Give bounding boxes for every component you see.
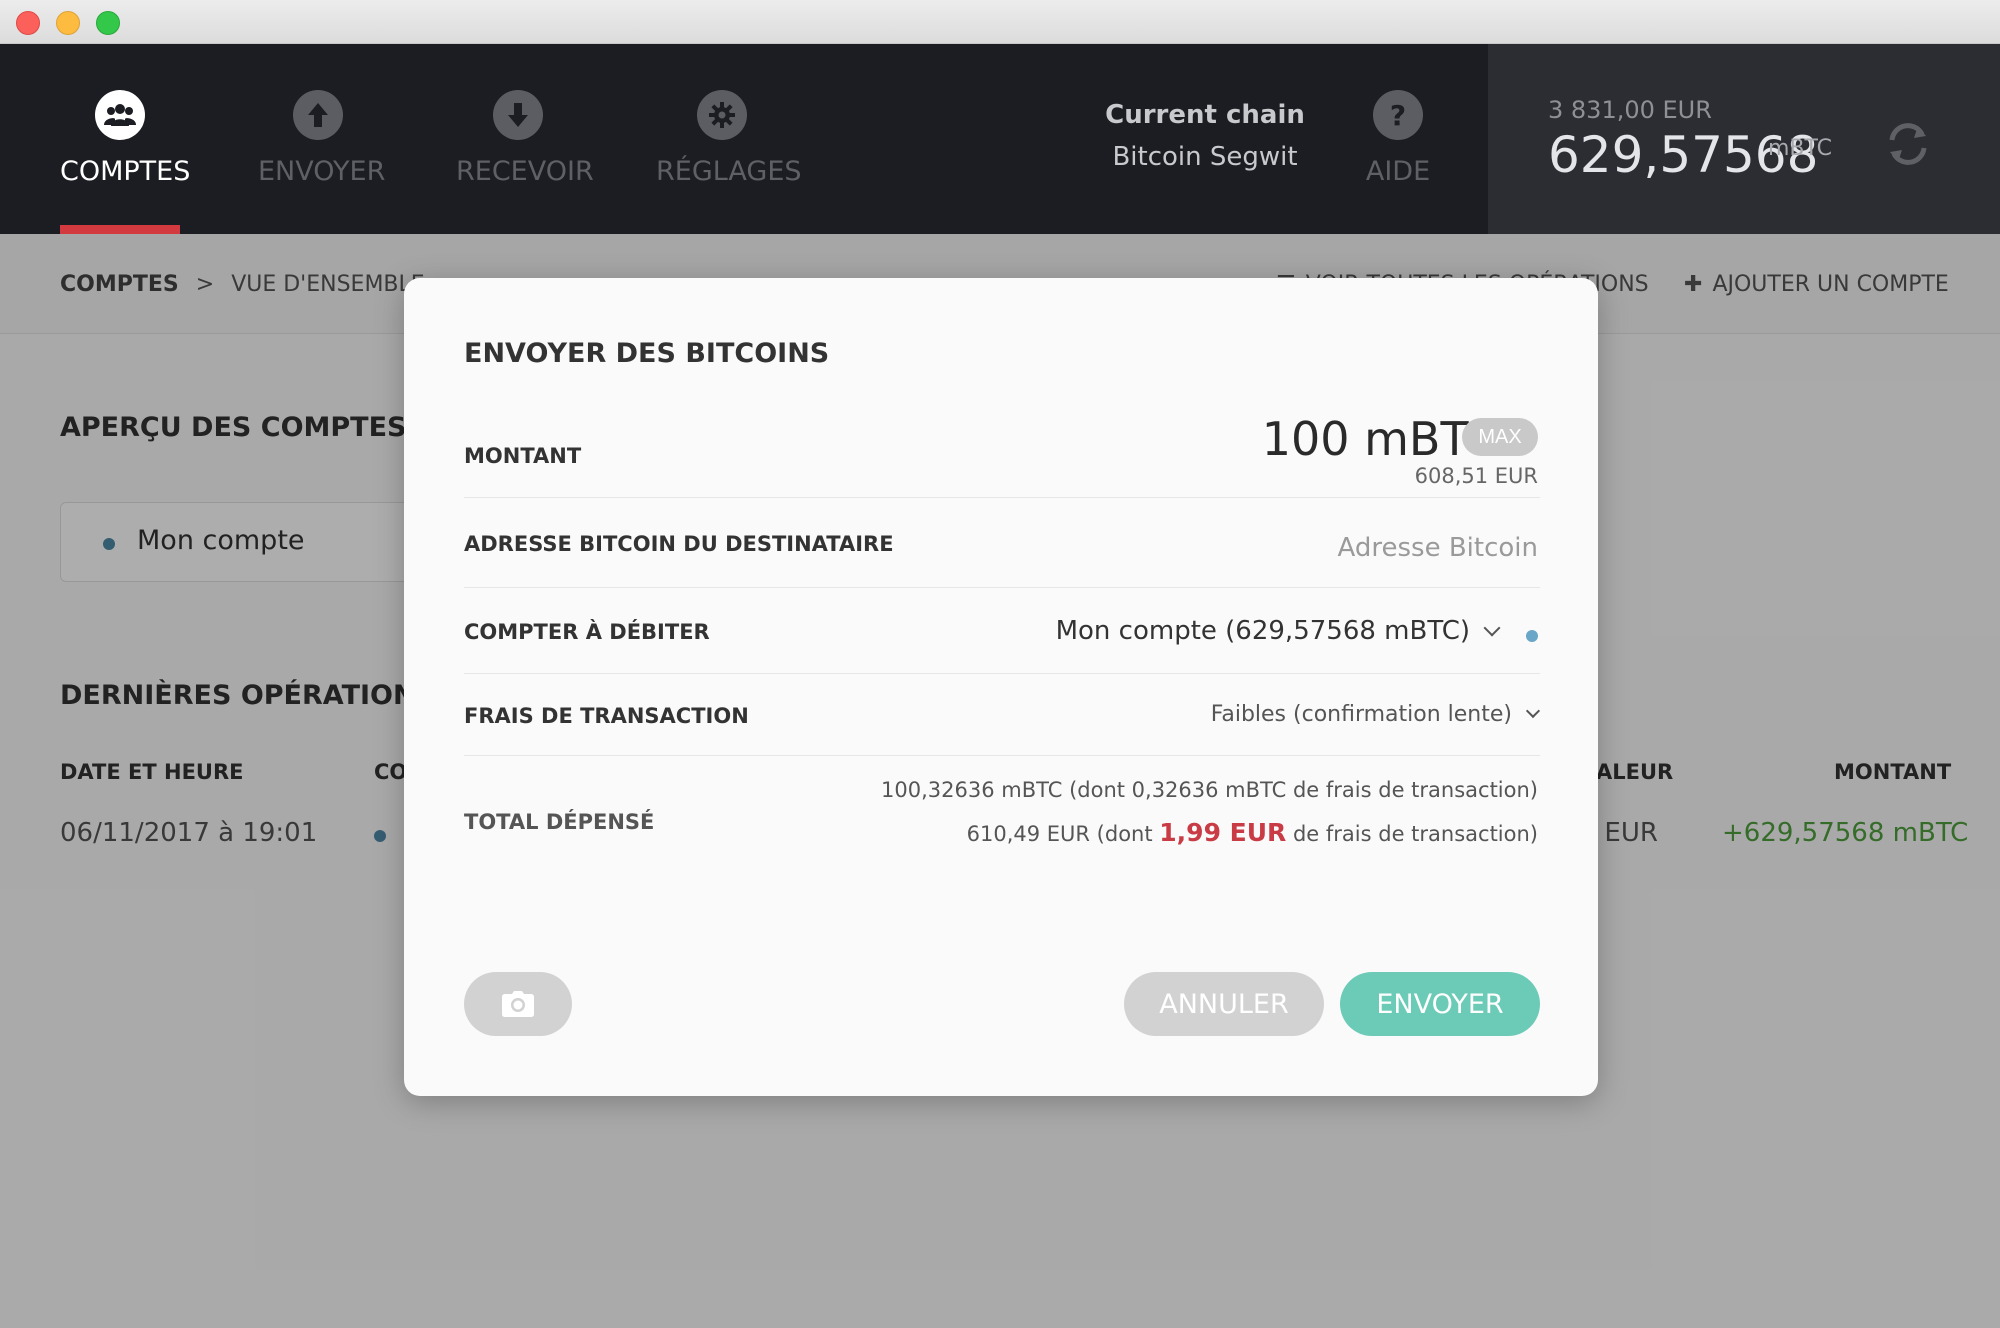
amount-label: MONTANT bbox=[464, 444, 582, 468]
nav-envoyer-label: ENVOYER bbox=[258, 156, 386, 187]
upload-arrow-icon bbox=[293, 90, 343, 140]
nav-reglages-label: RÉGLAGES bbox=[656, 156, 802, 187]
send-bitcoins-dialog: ENVOYER DES BITCOINS MONTANT 100 mBTC MA… bbox=[404, 278, 1598, 1096]
scan-qr-button[interactable] bbox=[464, 972, 572, 1036]
debit-account-dot bbox=[1526, 630, 1538, 642]
nav-comptes-label: COMPTES bbox=[60, 156, 191, 187]
current-chain[interactable]: Current chain Bitcoin Segwit bbox=[1090, 44, 1320, 172]
current-chain-label: Current chain bbox=[1105, 100, 1305, 130]
nav-active-indicator bbox=[60, 225, 180, 234]
window-titlebar bbox=[0, 0, 2000, 44]
nav-reglages[interactable]: RÉGLAGES bbox=[656, 44, 802, 234]
help-icon: ? bbox=[1373, 90, 1423, 140]
fees-value: Faibles (confirmation lente) bbox=[1210, 702, 1512, 727]
fees-select[interactable]: Faibles (confirmation lente) bbox=[1210, 702, 1541, 727]
balance-eur: 3 831,00 EUR bbox=[1548, 96, 1712, 124]
fees-label: FRAIS DE TRANSACTION bbox=[464, 704, 749, 728]
max-button[interactable]: MAX bbox=[1462, 418, 1538, 456]
chevron-down-icon bbox=[1525, 703, 1541, 719]
nav-recevoir-label: RECEVOIR bbox=[456, 156, 594, 187]
total-eur-suffix: de frais de transaction) bbox=[1286, 822, 1538, 846]
cancel-button[interactable]: ANNULER bbox=[1124, 972, 1324, 1036]
nav-recevoir[interactable]: RECEVOIR bbox=[456, 44, 594, 234]
nav-envoyer[interactable]: ENVOYER bbox=[258, 44, 386, 234]
download-arrow-icon bbox=[493, 90, 543, 140]
current-chain-value: Bitcoin Segwit bbox=[1112, 142, 1298, 172]
bitcoin-address-input[interactable] bbox=[1118, 526, 1538, 570]
dialog-title: ENVOYER DES BITCOINS bbox=[464, 338, 830, 369]
balance-unit: mBTC bbox=[1768, 136, 1833, 161]
nav-aide[interactable]: ? AIDE bbox=[1358, 44, 1438, 234]
nav-aide-label: AIDE bbox=[1365, 156, 1431, 187]
total-label: TOTAL DÉPENSÉ bbox=[464, 810, 655, 834]
total-eur-prefix: 610,49 EUR (dont bbox=[966, 822, 1160, 846]
total-eur: 610,49 EUR (dont 1,99 EUR de frais de tr… bbox=[967, 818, 1538, 847]
debit-account-value: Mon compte (629,57568 mBTC) bbox=[1055, 616, 1470, 646]
total-btc: 100,32636 mBTC (dont 0,32636 mBTC de fra… bbox=[881, 778, 1538, 802]
debit-account-label: COMPTER À DÉBITER bbox=[464, 620, 710, 644]
address-label: ADRESSE BITCOIN DU DESTINATAIRE bbox=[464, 532, 894, 556]
nav-comptes[interactable]: COMPTES bbox=[60, 44, 191, 234]
gear-icon bbox=[697, 90, 747, 140]
minimize-window-button[interactable] bbox=[56, 11, 80, 35]
total-eur-fee: 1,99 EUR bbox=[1159, 818, 1287, 847]
zoom-window-button[interactable] bbox=[96, 11, 120, 35]
close-window-button[interactable] bbox=[16, 11, 40, 35]
debit-account-select[interactable]: Mon compte (629,57568 mBTC) bbox=[1055, 616, 1501, 646]
refresh-icon[interactable] bbox=[1878, 114, 1938, 174]
users-icon bbox=[95, 90, 145, 140]
chevron-down-icon bbox=[1483, 619, 1501, 637]
camera-icon bbox=[502, 991, 534, 1017]
amount-eur: 608,51 EUR bbox=[1414, 464, 1538, 488]
send-button[interactable]: ENVOYER bbox=[1340, 972, 1540, 1036]
balance-panel: 3 831,00 EUR 629,57568 mBTC bbox=[1488, 44, 2000, 234]
